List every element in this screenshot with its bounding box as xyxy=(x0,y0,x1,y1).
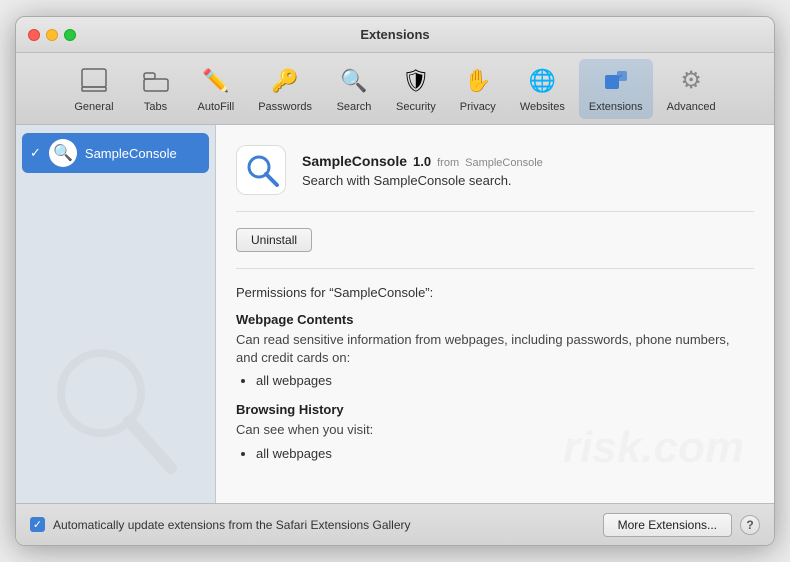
more-extensions-button[interactable]: More Extensions... xyxy=(603,513,732,537)
toolbar-item-general[interactable]: General xyxy=(64,59,123,119)
content-area: ✓ 🔍 SampleConsole xyxy=(16,125,774,503)
auto-update-section: ✓ Automatically update extensions from t… xyxy=(30,517,411,532)
extension-version: 1.0 xyxy=(413,154,431,169)
toolbar-item-extensions[interactable]: Extensions xyxy=(579,59,653,119)
window-title: Extensions xyxy=(360,27,429,42)
permission-item-1-0: all webpages xyxy=(256,446,754,461)
toolbar-item-passwords[interactable]: 🔑 Passwords xyxy=(248,59,322,119)
permission-title-1: Browsing History xyxy=(236,402,754,417)
security-icon: 🛡 xyxy=(400,65,432,97)
extension-name-line: SampleConsole 1.0 from SampleConsole xyxy=(302,153,754,169)
toolbar-label-search: Search xyxy=(337,101,372,113)
extension-title-block: SampleConsole 1.0 from SampleConsole Sea… xyxy=(302,153,754,188)
toolbar-label-privacy: Privacy xyxy=(460,101,496,113)
sidebar-item-label: SampleConsole xyxy=(85,146,177,161)
bottom-buttons: More Extensions... ? xyxy=(603,513,760,537)
close-button[interactable] xyxy=(28,29,40,41)
main-panel: SampleConsole 1.0 from SampleConsole Sea… xyxy=(216,125,774,503)
permission-list-0: all webpages xyxy=(236,373,754,388)
permission-title-0: Webpage Contents xyxy=(236,312,754,327)
maximize-button[interactable] xyxy=(64,29,76,41)
tabs-icon xyxy=(140,65,172,97)
main-window: Extensions General Tabs ✏️ xyxy=(15,16,775,546)
toolbar-label-general: General xyxy=(74,101,113,113)
passwords-icon: 🔑 xyxy=(269,65,301,97)
toolbar-item-autofill[interactable]: ✏️ AutoFill xyxy=(188,59,245,119)
websites-icon: 🌐 xyxy=(526,65,558,97)
window-controls xyxy=(28,29,76,41)
privacy-icon: ✋ xyxy=(462,65,494,97)
bottom-bar: ✓ Automatically update extensions from t… xyxy=(16,503,774,545)
toolbar: General Tabs ✏️ AutoFill 🔑 Passwords xyxy=(16,53,774,125)
general-icon xyxy=(78,65,110,97)
auto-update-checkbox[interactable]: ✓ xyxy=(30,517,45,532)
sidebar-item-sampleconsole[interactable]: ✓ 🔍 SampleConsole xyxy=(22,133,209,173)
permission-desc-1: Can see when you visit: xyxy=(236,421,754,439)
toolbar-label-security: Security xyxy=(396,101,436,113)
check-icon: ✓ xyxy=(30,145,41,161)
permission-item-0-0: all webpages xyxy=(256,373,754,388)
extension-name: SampleConsole xyxy=(302,153,407,169)
advanced-icon: ⚙ xyxy=(675,65,707,97)
extension-description: Search with SampleConsole search. xyxy=(302,173,754,188)
extension-from-label: from xyxy=(437,157,459,169)
toolbar-item-tabs[interactable]: Tabs xyxy=(128,59,184,119)
toolbar-item-privacy[interactable]: ✋ Privacy xyxy=(450,59,506,119)
uninstall-section: Uninstall xyxy=(236,228,754,252)
toolbar-item-search[interactable]: 🔍 Search xyxy=(326,59,382,119)
search-icon: 🔍 xyxy=(338,65,370,97)
minimize-button[interactable] xyxy=(46,29,58,41)
toolbar-item-advanced[interactable]: ⚙ Advanced xyxy=(657,59,726,119)
extension-icon xyxy=(236,145,286,195)
toolbar-label-passwords: Passwords xyxy=(258,101,312,113)
toolbar-item-websites[interactable]: 🌐 Websites xyxy=(510,59,575,119)
toolbar-label-advanced: Advanced xyxy=(667,101,716,113)
toolbar-label-autofill: AutoFill xyxy=(198,101,235,113)
extension-from-source: SampleConsole xyxy=(465,157,543,169)
toolbar-item-security[interactable]: 🛡 Security xyxy=(386,59,446,119)
permissions-section: Permissions for “SampleConsole”: Webpage… xyxy=(236,268,754,461)
toolbar-label-websites: Websites xyxy=(520,101,565,113)
permission-desc-0: Can read sensitive information from webp… xyxy=(236,331,754,367)
permission-block-0: Webpage Contents Can read sensitive info… xyxy=(236,312,754,388)
sidebar: ✓ 🔍 SampleConsole xyxy=(16,125,216,503)
help-button[interactable]: ? xyxy=(740,515,760,535)
permission-list-1: all webpages xyxy=(236,446,754,461)
extension-icon-sidebar: 🔍 xyxy=(49,139,77,167)
permissions-heading: Permissions for “SampleConsole”: xyxy=(236,285,754,300)
permission-block-1: Browsing History Can see when you visit:… xyxy=(236,402,754,460)
extensions-icon xyxy=(600,65,632,97)
titlebar: Extensions xyxy=(16,17,774,53)
autofill-icon: ✏️ xyxy=(200,65,232,97)
toolbar-label-tabs: Tabs xyxy=(144,101,167,113)
auto-update-label: Automatically update extensions from the… xyxy=(53,518,411,532)
uninstall-button[interactable]: Uninstall xyxy=(236,228,312,252)
toolbar-label-extensions: Extensions xyxy=(589,101,643,113)
extension-header: SampleConsole 1.0 from SampleConsole Sea… xyxy=(236,145,754,212)
